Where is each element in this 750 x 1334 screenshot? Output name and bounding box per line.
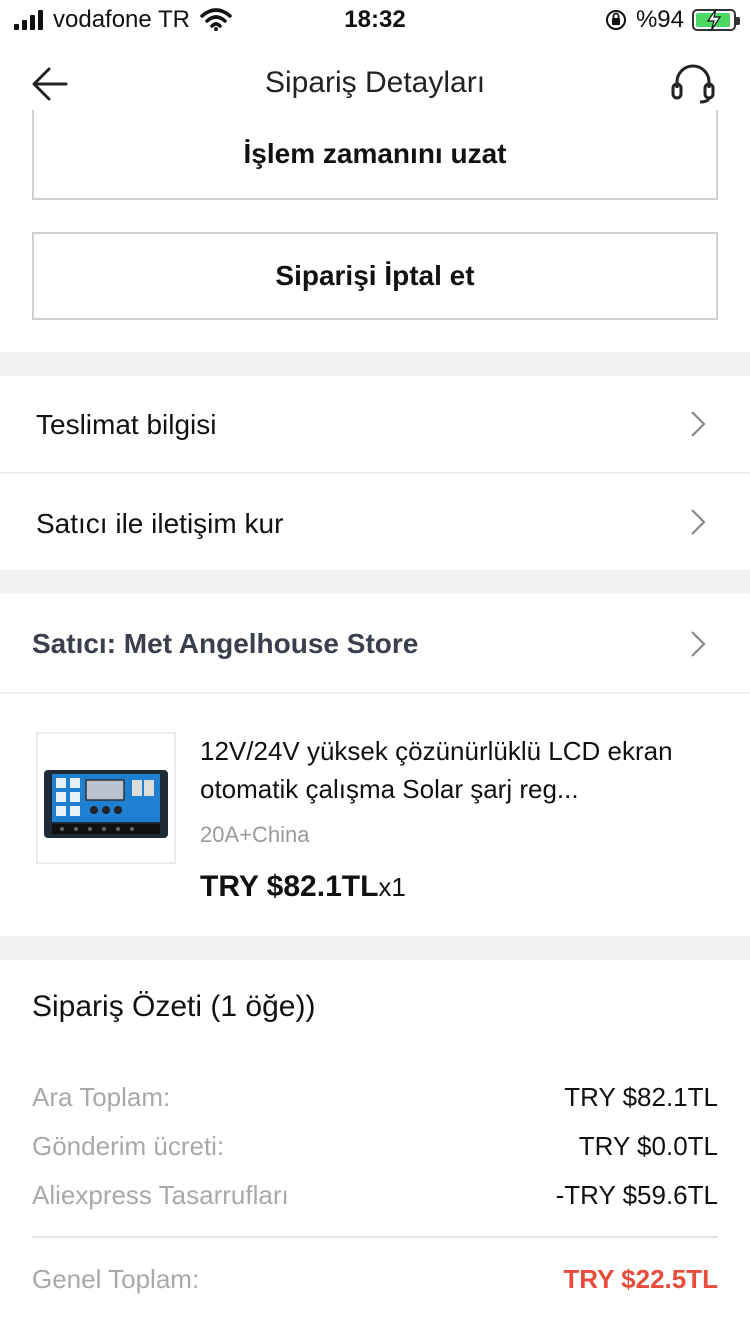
chevron-right-icon (691, 411, 706, 437)
product-variant: 20A+China (200, 822, 310, 847)
product-quantity: x1 (378, 872, 406, 902)
seller-name: Satıcı: Met Angelhouse Store (32, 628, 419, 659)
product-title[interactable]: 12V/24V yüksek çözünürlüklü LCD ekran ot… (200, 732, 720, 808)
subtotal-value: TRY $82.1TL (564, 1082, 718, 1112)
status-bar-right: %94 (604, 6, 740, 34)
page-title: Sipariş Detayları (264, 66, 486, 99)
chevron-right-icon (691, 631, 706, 657)
contact-seller-row[interactable]: Satıcı ile iletişim kur (0, 474, 750, 570)
contact-seller-label: Satıcı ile iletişim kur (36, 508, 284, 539)
battery-percent: %94 (635, 6, 684, 33)
chevron-right-icon (691, 509, 706, 535)
seller-row[interactable]: Satıcı: Met Angelhouse Store (0, 594, 750, 692)
product-price: TRY $82.1TL (200, 870, 379, 903)
cancel-order-button[interactable]: Siparişi İptal et (32, 232, 718, 320)
section-divider (0, 352, 750, 376)
battery-icon (692, 9, 740, 31)
charging-bolt-icon (706, 9, 722, 31)
section-divider (0, 936, 750, 960)
orientation-lock-icon (605, 10, 626, 30)
delivery-info-label: Teslimat bilgisi (36, 409, 217, 440)
headset-icon (671, 64, 715, 104)
solar-charge-controller-image (44, 770, 168, 838)
savings-value: -TRY $59.6TL (555, 1180, 718, 1210)
product-item[interactable]: 12V/24V yüksek çözünürlüklü LCD ekran ot… (0, 694, 750, 936)
extend-processing-time-button[interactable]: İşlem zamanını uzat (32, 110, 718, 200)
shipping-value: TRY $0.0TL (578, 1131, 718, 1161)
product-thumbnail[interactable] (36, 732, 176, 864)
summary-divider (32, 1236, 718, 1238)
subtotal-label: Ara Toplam: (32, 1082, 171, 1112)
section-divider (0, 570, 750, 594)
shipping-label: Gönderim ücreti: (32, 1131, 225, 1161)
order-summary-title: Sipariş Özeti (1 öğe)) (32, 990, 316, 1023)
grand-total-value: TRY $22.5TL (563, 1264, 718, 1294)
grand-total-label: Genel Toplam: (32, 1264, 200, 1294)
status-bar: vodafone TR 18:32 %94 (0, 0, 750, 42)
product-price-line: TRY $82.1TLx1 (200, 870, 406, 904)
customer-support-button[interactable] (670, 64, 720, 108)
savings-label: Aliexpress Tasarrufları (32, 1180, 289, 1210)
delivery-info-row[interactable]: Teslimat bilgisi (0, 376, 750, 472)
